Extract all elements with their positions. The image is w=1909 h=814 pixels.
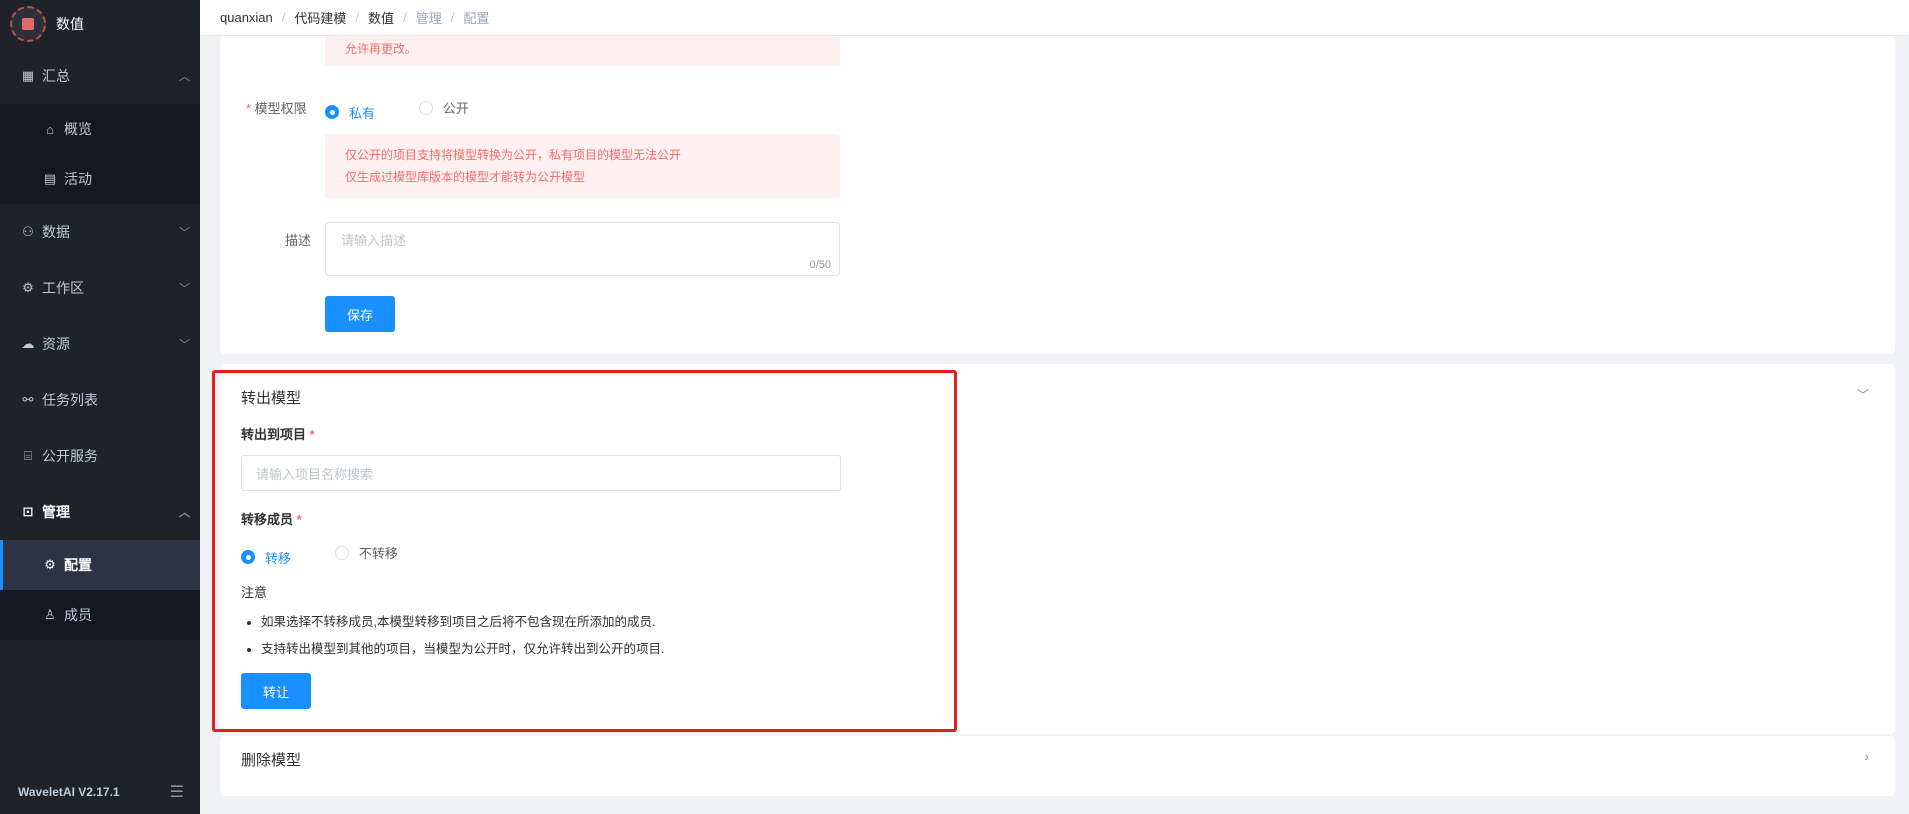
permission-label: * 模型权限 xyxy=(246,101,307,116)
store-icon: ⌸ xyxy=(24,448,32,463)
breadcrumb-item[interactable]: 数值 xyxy=(368,8,394,27)
sidebar: 数值 ▦ 汇总 ︿ ⌂ 概览 ▤ 活动 ⚇ 数据 ﹀ ⚙ 工作区 ﹀ ☁ 资源 … xyxy=(0,0,200,814)
transfer-members-radio[interactable]: 转移 xyxy=(241,548,291,567)
sidebar-item-resources[interactable]: ☁ 资源 ﹀ xyxy=(0,316,200,372)
submenu-admin: ⚙ 配置 ♙ 成员 xyxy=(0,540,200,640)
sidebar-item-label: 概览 xyxy=(64,121,92,137)
breadcrumb-item[interactable]: quanxian xyxy=(220,10,273,25)
gear-icon: ⚙ xyxy=(22,280,34,295)
cloud-icon: ☁ xyxy=(21,336,35,351)
sidebar-item-label: 工作区 xyxy=(42,280,84,296)
transfer-card: 转出模型 ﹀ 转出到项目 * 请输入项目名称搜索 转移成员 * 转移 不转移 注… xyxy=(220,364,1895,734)
sidebar-item-label: 管理 xyxy=(42,504,70,520)
sidebar-item-admin[interactable]: ⊡ 管理 ︿ xyxy=(0,484,200,540)
char-counter: 0/50 xyxy=(809,259,831,271)
chevron-down-icon: ﹀ xyxy=(179,283,190,295)
chevron-down-icon: ﹀ xyxy=(179,339,190,351)
chevron-up-icon: ︿ xyxy=(179,71,190,83)
sidebar-item-data[interactable]: ⚇ 数据 ﹀ xyxy=(0,204,200,260)
permission-private-radio[interactable]: 私有 xyxy=(325,103,375,122)
breadcrumb-separator: / xyxy=(281,10,286,25)
sidebar-item-label: 数据 xyxy=(42,224,70,240)
calendar-icon: ▤ xyxy=(43,171,57,186)
breadcrumb-item: 配置 xyxy=(463,11,490,26)
sidebar-item-summary[interactable]: ▦ 汇总 ︿ xyxy=(0,48,200,104)
sidebar-item-tasks[interactable]: ⚯ 任务列表 xyxy=(0,372,200,428)
warning-notice: 允许再更改。 xyxy=(325,36,840,66)
sidebar-item-label: 活动 xyxy=(64,171,92,187)
target-project-label: 转出到项目 * xyxy=(241,427,315,442)
chevron-down-icon: ﹀ xyxy=(179,227,190,239)
gear-icon: ⚙ xyxy=(44,557,56,572)
breadcrumb-separator: / xyxy=(450,10,455,25)
list-item: 支持转出模型到其他的项目，当模型为公开时，仅允许转出到公开的项目. xyxy=(261,636,664,663)
hierarchy-icon: ⚇ xyxy=(22,224,34,239)
delete-title[interactable]: 删除模型 xyxy=(241,749,301,770)
sidebar-item-activity[interactable]: ▤ 活动 xyxy=(0,154,200,204)
note-title: 注意 xyxy=(241,585,268,600)
sidebar-item-label: 成员 xyxy=(64,607,92,623)
transfer-members-label: 转移成员 * xyxy=(241,512,302,527)
collapse-menu-icon[interactable]: ☰ xyxy=(170,782,184,802)
settings-card: 允许再更改。 * 模型权限 私有 公开 仅公开的项目支持将模型转换为公开，私有项… xyxy=(220,36,1895,354)
note-list: 如果选择不转移成员,本模型转移到项目之后将不包含现在所添加的成员. 支持转出模型… xyxy=(241,609,664,663)
breadcrumb-separator: / xyxy=(355,10,360,25)
submenu-summary: ⌂ 概览 ▤ 活动 xyxy=(0,104,200,204)
save-button[interactable]: 保存 xyxy=(325,296,395,332)
sidebar-item-label: 配置 xyxy=(64,557,92,573)
permission-notice: 仅公开的项目支持将模型转换为公开，私有项目的模型无法公开 仅生成过模型库版本的模… xyxy=(325,134,840,198)
app-logo xyxy=(10,6,46,42)
chevron-up-icon: ︿ xyxy=(179,507,190,519)
sidebar-item-label: 公开服务 xyxy=(42,448,98,464)
sidebar-item-config[interactable]: ⚙ 配置 xyxy=(0,540,200,590)
description-label: 描述 xyxy=(285,233,312,248)
breadcrumb: quanxian / 代码建模 / 数值 / 管理 / 配置 xyxy=(200,0,1909,36)
breadcrumb-separator: / xyxy=(403,10,407,25)
permission-radio-group: 私有 公开 xyxy=(325,98,509,122)
user-icon: ♙ xyxy=(44,607,56,622)
permission-public-radio[interactable]: 公开 xyxy=(418,98,469,117)
no-transfer-members-radio[interactable]: 不转移 xyxy=(334,543,398,562)
members-radio-group: 转移 不转移 xyxy=(241,543,438,567)
app-logo-text: 数值 xyxy=(56,16,84,32)
admin-icon: ⊡ xyxy=(22,504,34,519)
logo-row[interactable]: 数值 xyxy=(0,0,200,48)
sidebar-footer: WaveletAI V2.17.1 ☰ xyxy=(0,770,200,814)
delete-card[interactable]: 删除模型 › xyxy=(220,736,1895,796)
sidebar-item-public-services[interactable]: ⌸ 公开服务 xyxy=(0,428,200,484)
grid-icon: ▦ xyxy=(21,68,35,83)
transfer-title[interactable]: 转出模型 xyxy=(241,387,301,408)
home-icon: ⌂ xyxy=(46,121,54,137)
tasks-icon: ⚯ xyxy=(22,392,34,407)
target-project-input[interactable]: 请输入项目名称搜索 xyxy=(241,455,841,491)
sidebar-item-label: 资源 xyxy=(42,336,70,352)
chevron-down-icon[interactable]: ﹀ xyxy=(1857,386,1869,403)
sidebar-item-workspace[interactable]: ⚙ 工作区 ﹀ xyxy=(0,260,200,316)
sidebar-item-label: 汇总 xyxy=(42,68,70,84)
breadcrumb-item: 管理 xyxy=(415,11,442,26)
sidebar-item-members[interactable]: ♙ 成员 xyxy=(0,590,200,640)
transfer-submit-button[interactable]: 转让 xyxy=(241,673,311,709)
chevron-right-icon[interactable]: › xyxy=(1864,748,1869,764)
app-version: WaveletAI V2.17.1 xyxy=(18,785,120,799)
sidebar-item-overview[interactable]: ⌂ 概览 xyxy=(0,104,200,154)
description-placeholder: 请输入描述 xyxy=(341,233,407,248)
list-item: 如果选择不转移成员,本模型转移到项目之后将不包含现在所添加的成员. xyxy=(261,609,664,636)
sidebar-item-label: 任务列表 xyxy=(42,392,98,408)
description-textarea[interactable]: 请输入描述 0/50 xyxy=(325,222,840,276)
breadcrumb-item[interactable]: 代码建模 xyxy=(294,8,346,27)
